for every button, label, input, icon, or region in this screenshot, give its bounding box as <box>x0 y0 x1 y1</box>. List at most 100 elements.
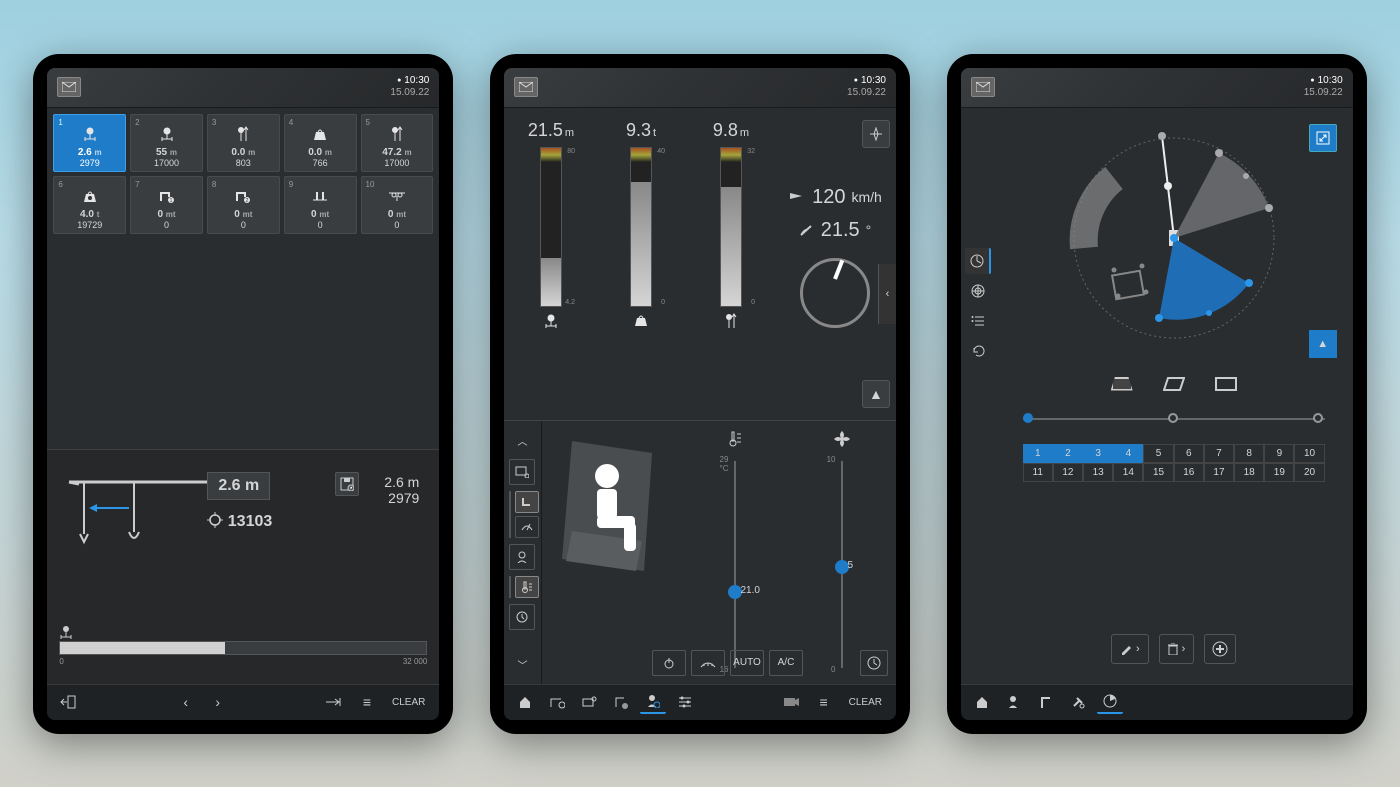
zone-number-grid: 12345678910 11121314151617181920 <box>1023 444 1325 482</box>
camera-icon[interactable] <box>779 690 805 714</box>
zone-num-19[interactable]: 19 <box>1264 463 1294 482</box>
param-tile-1[interactable]: 1 2.6 m 2979 <box>53 114 126 172</box>
zone-num-11[interactable]: 11 <box>1023 463 1053 482</box>
zone-sidenav <box>961 108 995 684</box>
defrost-icon[interactable] <box>691 650 725 676</box>
status-bar: 10:3015.09.22 <box>961 68 1353 108</box>
temperature-slider[interactable]: 29 °C 21.0 16 <box>692 431 779 673</box>
sliders-icon[interactable] <box>672 690 698 714</box>
prev-icon[interactable]: ‹ <box>173 690 199 714</box>
zone-num-12[interactable]: 12 <box>1053 463 1083 482</box>
zone-num-18[interactable]: 18 <box>1234 463 1264 482</box>
messages-icon[interactable] <box>971 77 995 97</box>
home-icon[interactable] <box>969 690 995 714</box>
edit-button[interactable]: › <box>1111 634 1149 664</box>
zone-num-7[interactable]: 7 <box>1204 444 1234 463</box>
list-icon[interactable] <box>965 308 991 334</box>
zone-num-2[interactable]: 2 <box>1053 444 1083 463</box>
zone-num-13[interactable]: 13 <box>1083 463 1113 482</box>
next-icon[interactable]: › <box>205 690 231 714</box>
param-tile-7[interactable]: 7 1 0 mt 0 <box>130 176 203 234</box>
operator-icon[interactable] <box>1001 690 1027 714</box>
param-tile-5[interactable]: 5 47.2 m 17000 <box>361 114 434 172</box>
auto-button[interactable]: AUTO <box>730 650 764 676</box>
param-tile-3[interactable]: 3 0.0 m 803 <box>207 114 280 172</box>
radius-value-box: 2.6 m <box>207 472 270 500</box>
collapse-icon[interactable]: ‹ <box>878 264 896 324</box>
zone-num-1[interactable]: 1 <box>1023 444 1053 463</box>
crane-icon[interactable] <box>1033 690 1059 714</box>
crane-config-icon[interactable] <box>544 690 570 714</box>
nav-down-icon[interactable]: ﹀ <box>509 652 535 678</box>
seat-icon[interactable] <box>515 491 539 513</box>
delete-button[interactable]: › <box>1159 634 1195 664</box>
wiper-icon[interactable] <box>515 516 539 538</box>
trolley-icon <box>388 184 406 209</box>
ac-button[interactable]: A/C <box>769 650 803 676</box>
zone-step-slider[interactable] <box>1023 410 1325 430</box>
param-tile-9[interactable]: 9 0 mt 0 <box>284 176 357 234</box>
load-icon <box>312 122 328 147</box>
nav-up-icon[interactable]: ︿ <box>509 427 535 453</box>
timer-icon[interactable] <box>860 650 888 676</box>
radius-icon <box>59 625 427 639</box>
param-tile-4[interactable]: 4 0.0 m 766 <box>284 114 357 172</box>
zone-num-9[interactable]: 9 <box>1264 444 1294 463</box>
menu-icon[interactable]: ≡ <box>811 690 837 714</box>
zone-num-17[interactable]: 17 <box>1204 463 1234 482</box>
param-tile-10[interactable]: 10 0 mt 0 <box>361 176 434 234</box>
zone-num-14[interactable]: 14 <box>1113 463 1143 482</box>
north-icon[interactable]: ▲ <box>862 380 890 408</box>
timer-zone-icon[interactable] <box>965 248 991 274</box>
save-icon[interactable] <box>335 472 359 496</box>
clear-button[interactable]: CLEAR <box>386 690 431 714</box>
param-tile-2[interactable]: 2 55 m 17000 <box>130 114 203 172</box>
exit-icon[interactable] <box>55 690 81 714</box>
tab-jump-icon[interactable] <box>322 690 348 714</box>
display-settings-icon[interactable] <box>509 459 535 485</box>
operator-icon[interactable] <box>640 690 666 714</box>
north-icon[interactable]: ▲ <box>1309 330 1337 358</box>
zone-num-4[interactable]: 4 <box>1113 444 1143 463</box>
add-zone-button[interactable] <box>1204 634 1236 664</box>
tools-icon[interactable] <box>1065 690 1091 714</box>
param-tile-8[interactable]: 8 2 0 mt 0 <box>207 176 280 234</box>
messages-icon[interactable] <box>514 77 538 97</box>
compass-icon[interactable] <box>862 120 890 148</box>
temperature-nav-icon[interactable] <box>515 576 539 598</box>
menu-icon[interactable]: ≡ <box>354 690 380 714</box>
user-icon[interactable] <box>509 544 535 570</box>
zone-num-16[interactable]: 16 <box>1174 463 1204 482</box>
zone-num-6[interactable]: 6 <box>1174 444 1204 463</box>
zone-num-15[interactable]: 15 <box>1143 463 1173 482</box>
messages-icon[interactable] <box>57 77 81 97</box>
climate-nav: ︿ <box>504 421 542 683</box>
shape-trapezoid[interactable] <box>1111 377 1133 391</box>
fullscreen-icon[interactable] <box>1309 124 1337 152</box>
zones-icon[interactable] <box>1097 690 1123 714</box>
zone-num-8[interactable]: 8 <box>1234 444 1264 463</box>
temp-max: 29 °C <box>720 455 729 473</box>
clock-nav-icon[interactable] <box>509 604 535 630</box>
crane-info-icon[interactable] <box>608 690 634 714</box>
fan-slider[interactable]: 10 5 0 <box>799 431 886 673</box>
shape-parallelogram[interactable] <box>1163 377 1185 391</box>
crane-geometry-panel: 2.6 m 2.6 m 2979 13103 <box>47 449 439 684</box>
engine-icon[interactable] <box>576 690 602 714</box>
zone-num-5[interactable]: 5 <box>1143 444 1173 463</box>
shape-rectangle[interactable] <box>1215 377 1237 391</box>
power-icon[interactable] <box>652 650 686 676</box>
undo-icon[interactable] <box>965 338 991 364</box>
zone-radar[interactable]: ▲ <box>1005 118 1343 358</box>
profile-1-icon: 1 <box>159 184 175 209</box>
zone-num-3[interactable]: 3 <box>1083 444 1113 463</box>
zone-num-10[interactable]: 10 <box>1294 444 1324 463</box>
clock: 10:30 15.09.22 <box>390 75 429 99</box>
param-tile-6[interactable]: 6 4.0 t 19729 <box>53 176 126 234</box>
clear-button[interactable]: CLEAR <box>843 690 888 714</box>
profile-2-icon: 2 <box>235 184 251 209</box>
height-arrow-icon <box>236 122 250 147</box>
zone-num-20[interactable]: 20 <box>1294 463 1324 482</box>
radar-icon[interactable] <box>965 278 991 304</box>
home-icon[interactable] <box>512 690 538 714</box>
